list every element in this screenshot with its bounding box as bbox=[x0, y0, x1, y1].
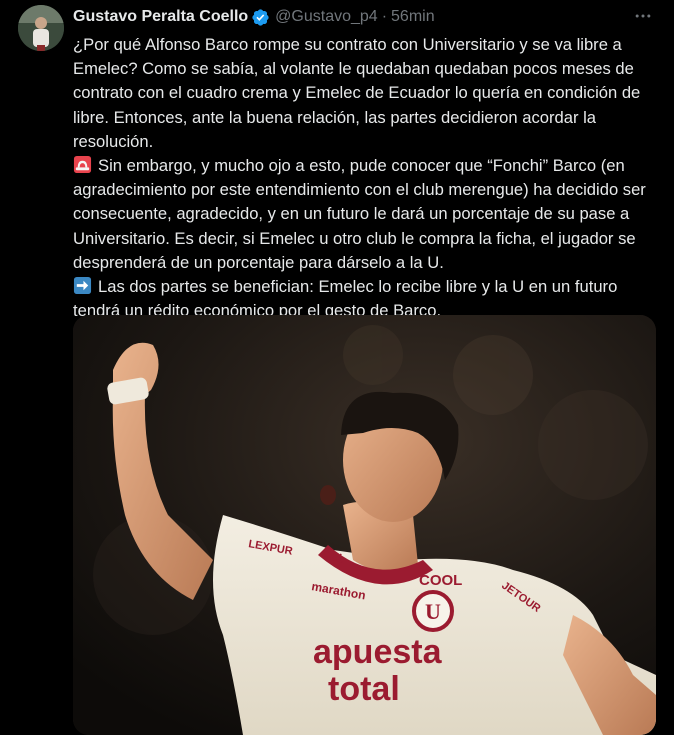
tweet-paragraph: ¿Por qué Alfonso Barco rompe su contrato… bbox=[73, 35, 641, 151]
jersey-sponsor-text: COOL bbox=[419, 572, 462, 589]
jersey-sponsor-text: apuesta bbox=[313, 633, 443, 671]
rotating-light-emoji bbox=[73, 155, 92, 174]
more-options-icon[interactable] bbox=[630, 5, 656, 27]
tweet-photo[interactable]: LEXPUR CEL COOL marathon JETOUR U apuest… bbox=[73, 315, 656, 735]
verified-badge-icon bbox=[252, 8, 269, 26]
tweet-text: ¿Por qué Alfonso Barco rompe su contrato… bbox=[73, 33, 663, 323]
tweet-paragraph-text: Sin embargo, y mucho ojo a esto, pude co… bbox=[73, 156, 646, 272]
tweet-header: Gustavo Peralta Coello @Gustavo_p4 · 56m… bbox=[73, 6, 435, 28]
jersey-sponsor-text: total bbox=[328, 670, 400, 708]
author-name[interactable]: Gustavo Peralta Coello bbox=[73, 8, 248, 26]
tweet-paragraph-text: Las dos partes se benefician: Emelec lo … bbox=[73, 277, 618, 321]
tweet[interactable]: Gustavo Peralta Coello @Gustavo_p4 · 56m… bbox=[0, 0, 674, 735]
jersey-crest: U bbox=[425, 599, 441, 624]
photo-player-celebrating: LEXPUR CEL COOL marathon JETOUR U apuest… bbox=[73, 315, 656, 735]
author-handle[interactable]: @Gustavo_p4 bbox=[275, 8, 378, 26]
header-separator: · bbox=[381, 8, 388, 25]
tweet-timestamp[interactable]: 56min bbox=[391, 8, 435, 26]
tweet-paragraph: Sin embargo, y mucho ojo a esto, pude co… bbox=[73, 154, 663, 275]
right-arrow-emoji bbox=[73, 276, 92, 295]
author-avatar[interactable] bbox=[18, 5, 64, 51]
